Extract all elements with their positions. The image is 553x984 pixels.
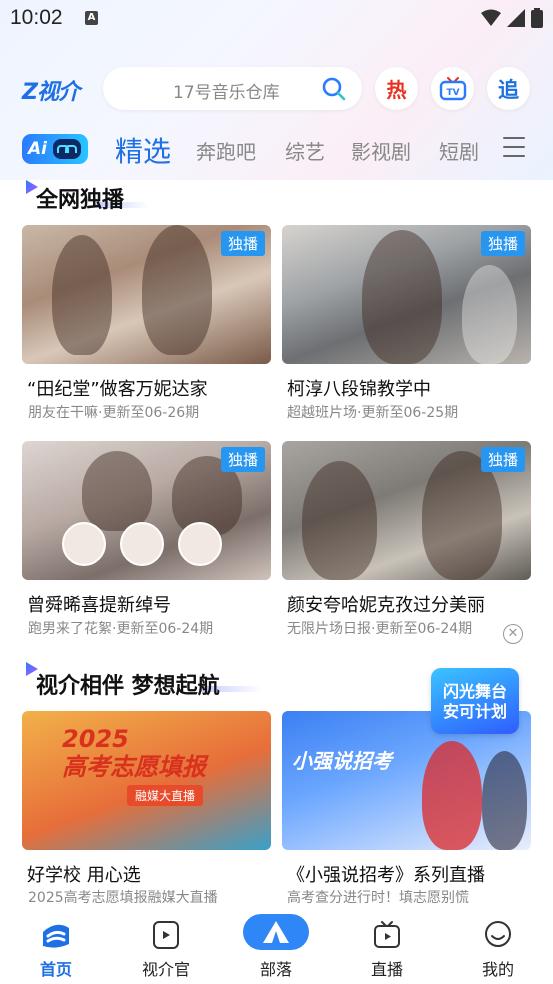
nav-label: 我的 <box>481 960 514 979</box>
status-icons <box>481 8 543 28</box>
card-subtitle: 超越班片场·更新至06-25期 <box>287 405 459 421</box>
avatar <box>62 522 106 566</box>
tab-drama[interactable]: 影视剧 <box>351 136 411 165</box>
close-icon[interactable]: ✕ <box>503 624 523 644</box>
search-icon[interactable] <box>322 77 346 101</box>
nav-curator[interactable]: 视介官 <box>126 920 206 980</box>
menu-icon[interactable] <box>503 137 525 164</box>
card-subtitle: 无限片场日报·更新至06-24期 <box>287 621 473 637</box>
card-title[interactable]: 《小强说招考》系列直播 <box>287 861 485 887</box>
section-title: 视介相伴 梦想起航 <box>36 674 220 699</box>
hot-list-button[interactable]: 热 <box>375 67 418 110</box>
home-icon <box>43 924 69 948</box>
status-time: 10:02 <box>10 6 63 29</box>
tab-variety[interactable]: 综艺 <box>285 136 325 165</box>
nav-label: 视介官 <box>141 960 190 979</box>
card-subtitle: 跑男来了花絮·更新至06-24期 <box>28 621 214 637</box>
bottom-nav: 首页 视介官 部落 直播 我的 <box>0 910 553 984</box>
video-thumbnail[interactable]: 独播 <box>22 225 271 364</box>
tribe-pill <box>243 914 309 950</box>
promo-line-2: 安可计划 <box>442 702 507 721</box>
status-bar: 10:02 A <box>0 0 553 36</box>
thumbnail-headline: 2025 高考志愿填报 <box>62 725 206 781</box>
video-thumbnail[interactable]: 独播 <box>282 225 531 364</box>
tv-button[interactable]: TV <box>431 67 474 110</box>
video-card-icon <box>153 921 179 949</box>
profile-icon <box>485 921 511 947</box>
ai-button[interactable]: Ai <box>22 134 88 164</box>
nav-tribe[interactable]: 部落 <box>236 914 316 980</box>
tab-keep-running[interactable]: 奔跑吧 <box>196 136 256 165</box>
floating-promo-banner[interactable]: 闪光舞台 安可计划 <box>431 668 519 734</box>
nav-label: 首页 <box>39 960 72 979</box>
avatar <box>178 522 222 566</box>
wifi-icon <box>481 9 501 26</box>
card-title[interactable]: 柯淳八段锦教学中 <box>287 375 431 401</box>
thumbnail-subheadline: 融媒大直播 <box>127 785 204 806</box>
nav-label: 部落 <box>259 960 292 979</box>
card-title[interactable]: 曾舜晞喜提新绰号 <box>27 591 171 617</box>
robot-icon <box>52 139 81 159</box>
promo-line-1: 闪光舞台 <box>442 682 507 701</box>
tent-icon <box>263 921 289 943</box>
search-input[interactable]: 17号音乐仓库 <box>103 67 362 110</box>
nav-label: 直播 <box>370 960 403 979</box>
exclusive-badge: 独播 <box>220 231 265 256</box>
section-title: 全网独播 <box>36 188 125 213</box>
tab-featured[interactable]: 精选 <box>115 130 171 170</box>
card-subtitle: 2025高考志愿填报融媒大直播 <box>28 890 218 906</box>
app-logo[interactable]: Z视介 <box>22 74 80 106</box>
video-thumbnail[interactable]: 独播 <box>282 441 531 580</box>
card-title[interactable]: 好学校 用心选 <box>27 861 141 887</box>
notification-icon: A <box>85 11 98 25</box>
tab-short-drama[interactable]: 短剧 <box>439 136 479 165</box>
follow-icon: 追 <box>498 77 519 102</box>
cast-avatars <box>62 522 222 566</box>
live-thumbnail[interactable]: 2025 高考志愿填报 融媒大直播 <box>22 711 271 850</box>
card-subtitle: 朋友在干嘛·更新至06-26期 <box>28 405 200 421</box>
card-subtitle: 高考查分进行时！填志愿别慌 <box>287 890 469 906</box>
ai-label: Ai <box>28 139 47 159</box>
nav-home[interactable]: 首页 <box>16 920 96 980</box>
exclusive-badge: 独播 <box>220 447 265 472</box>
signal-icon <box>507 9 525 27</box>
thumbnail-headline: 小强说招考 <box>292 749 392 773</box>
hot-icon: 热 <box>386 78 407 102</box>
nav-profile[interactable]: 我的 <box>458 920 538 980</box>
exclusive-badge: 独播 <box>480 447 525 472</box>
nav-live[interactable]: 直播 <box>347 920 427 980</box>
avatar <box>120 522 164 566</box>
svg-text:TV: TV <box>446 88 459 98</box>
video-thumbnail[interactable]: 独播 <box>22 441 271 580</box>
follow-button[interactable]: 追 <box>487 67 530 110</box>
exclusive-badge: 独播 <box>480 231 525 256</box>
card-title[interactable]: “田纪堂”做客万妮达家 <box>27 375 208 401</box>
tv-icon: TV <box>439 76 466 100</box>
card-title[interactable]: 颜安夸哈妮克孜过分美丽 <box>287 591 485 617</box>
battery-icon <box>531 8 543 28</box>
search-placeholder: 17号音乐仓库 <box>173 83 280 103</box>
live-tv-icon <box>374 921 400 948</box>
